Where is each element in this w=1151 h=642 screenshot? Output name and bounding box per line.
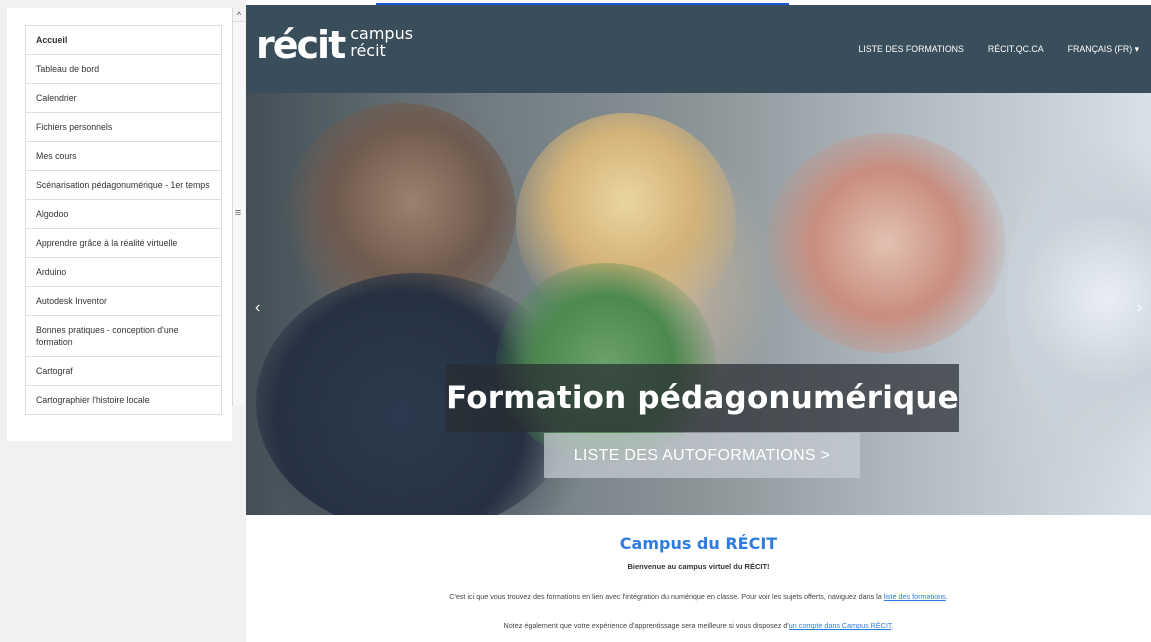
nav-course-realite-virtuelle[interactable]: Apprendre grâce à la réalité virtuelle <box>26 229 221 258</box>
language-menu[interactable]: FRANÇAIS (FR) ▾ <box>1068 44 1139 55</box>
compte-campus-link[interactable]: un compte dans Campus RÉCIT <box>789 621 892 630</box>
intro-2-text: Notez également que votre expérience d'a… <box>503 621 789 630</box>
nav-course-cartograf[interactable]: Cartograf <box>26 357 221 386</box>
nav-recit-qc-ca[interactable]: RÉCIT.QC.CA <box>988 44 1044 54</box>
intro-1-text: C'est ici que vous trouvez des formation… <box>449 592 884 601</box>
logo-wordmark: récit <box>256 23 346 67</box>
nav-drawer: Accueil Tableau de bord Calendrier Fichi… <box>0 0 246 642</box>
drawer-toggle-icon[interactable]: ≡ <box>233 205 243 221</box>
nav-course-cartographier[interactable]: Cartographier l'histoire locale <box>26 386 221 415</box>
nav-item-calendrier[interactable]: Calendrier <box>26 84 221 113</box>
autoformations-button[interactable]: LISTE DES AUTOFORMATIONS > <box>544 433 860 478</box>
logo-subtitle: campus récit <box>350 25 413 59</box>
intro-2-end: . <box>891 621 894 630</box>
nav-item-fichiers-personnels[interactable]: Fichiers personnels <box>26 113 221 142</box>
logo[interactable]: récit campus récit <box>256 23 413 73</box>
nav-liste-des-formations[interactable]: LISTE DES FORMATIONS <box>858 44 963 54</box>
site-subtitle: Bienvenue au campus virtuel du RÉCIT! <box>627 562 770 571</box>
nav-list: Accueil Tableau de bord Calendrier Fichi… <box>25 25 222 415</box>
site-title: Campus du RÉCIT <box>619 534 778 553</box>
hero-title: Formation pédagonumérique <box>446 380 959 416</box>
scroll-up-icon[interactable]: ^ <box>233 8 245 22</box>
hero-photo-shape <box>1006 133 1151 463</box>
nav-item-mes-cours[interactable]: Mes cours <box>26 142 221 171</box>
nav-drawer-panel: Accueil Tableau de bord Calendrier Fichi… <box>7 8 232 441</box>
hero-carousel: ‹ › Formation pédagonumérique LISTE DES … <box>246 93 1151 515</box>
nav-item-tableau-de-bord[interactable]: Tableau de bord <box>26 55 221 84</box>
nav-course-scenarisation[interactable]: Scénarisation pédagonumérique - 1er temp… <box>26 171 221 200</box>
hero-title-box: Formation pédagonumérique <box>446 364 959 432</box>
liste-des-formations-link[interactable]: liste des formations <box>884 592 946 601</box>
nav-course-autodesk[interactable]: Autodesk Inventor <box>26 287 221 316</box>
hero-photo-shape <box>766 133 1006 353</box>
intro-1-end: . <box>945 592 948 601</box>
nav-item-accueil[interactable]: Accueil <box>26 26 221 55</box>
carousel-next-icon[interactable]: › <box>1137 298 1151 318</box>
intro-paragraph-2: Notez également que votre expérience d'a… <box>246 621 1151 630</box>
nav-course-bonnes-pratiques[interactable]: Bonnes pratiques - conception d'une form… <box>26 316 221 357</box>
site-header: récit campus récit LISTE DES FORMATIONS … <box>246 5 1151 93</box>
top-nav: LISTE DES FORMATIONS RÉCIT.QC.CA FRANÇAI… <box>834 5 1151 93</box>
intro-paragraph-1: C'est ici que vous trouvez des formation… <box>246 592 1151 601</box>
logo-line-recit: récit <box>350 41 386 60</box>
welcome-section: Campus du RÉCIT Bienvenue au campus virt… <box>246 515 1151 642</box>
carousel-prev-icon[interactable]: ‹ <box>255 298 269 318</box>
nav-course-algodoo[interactable]: Algodoo <box>26 200 221 229</box>
nav-course-arduino[interactable]: Arduino <box>26 258 221 287</box>
